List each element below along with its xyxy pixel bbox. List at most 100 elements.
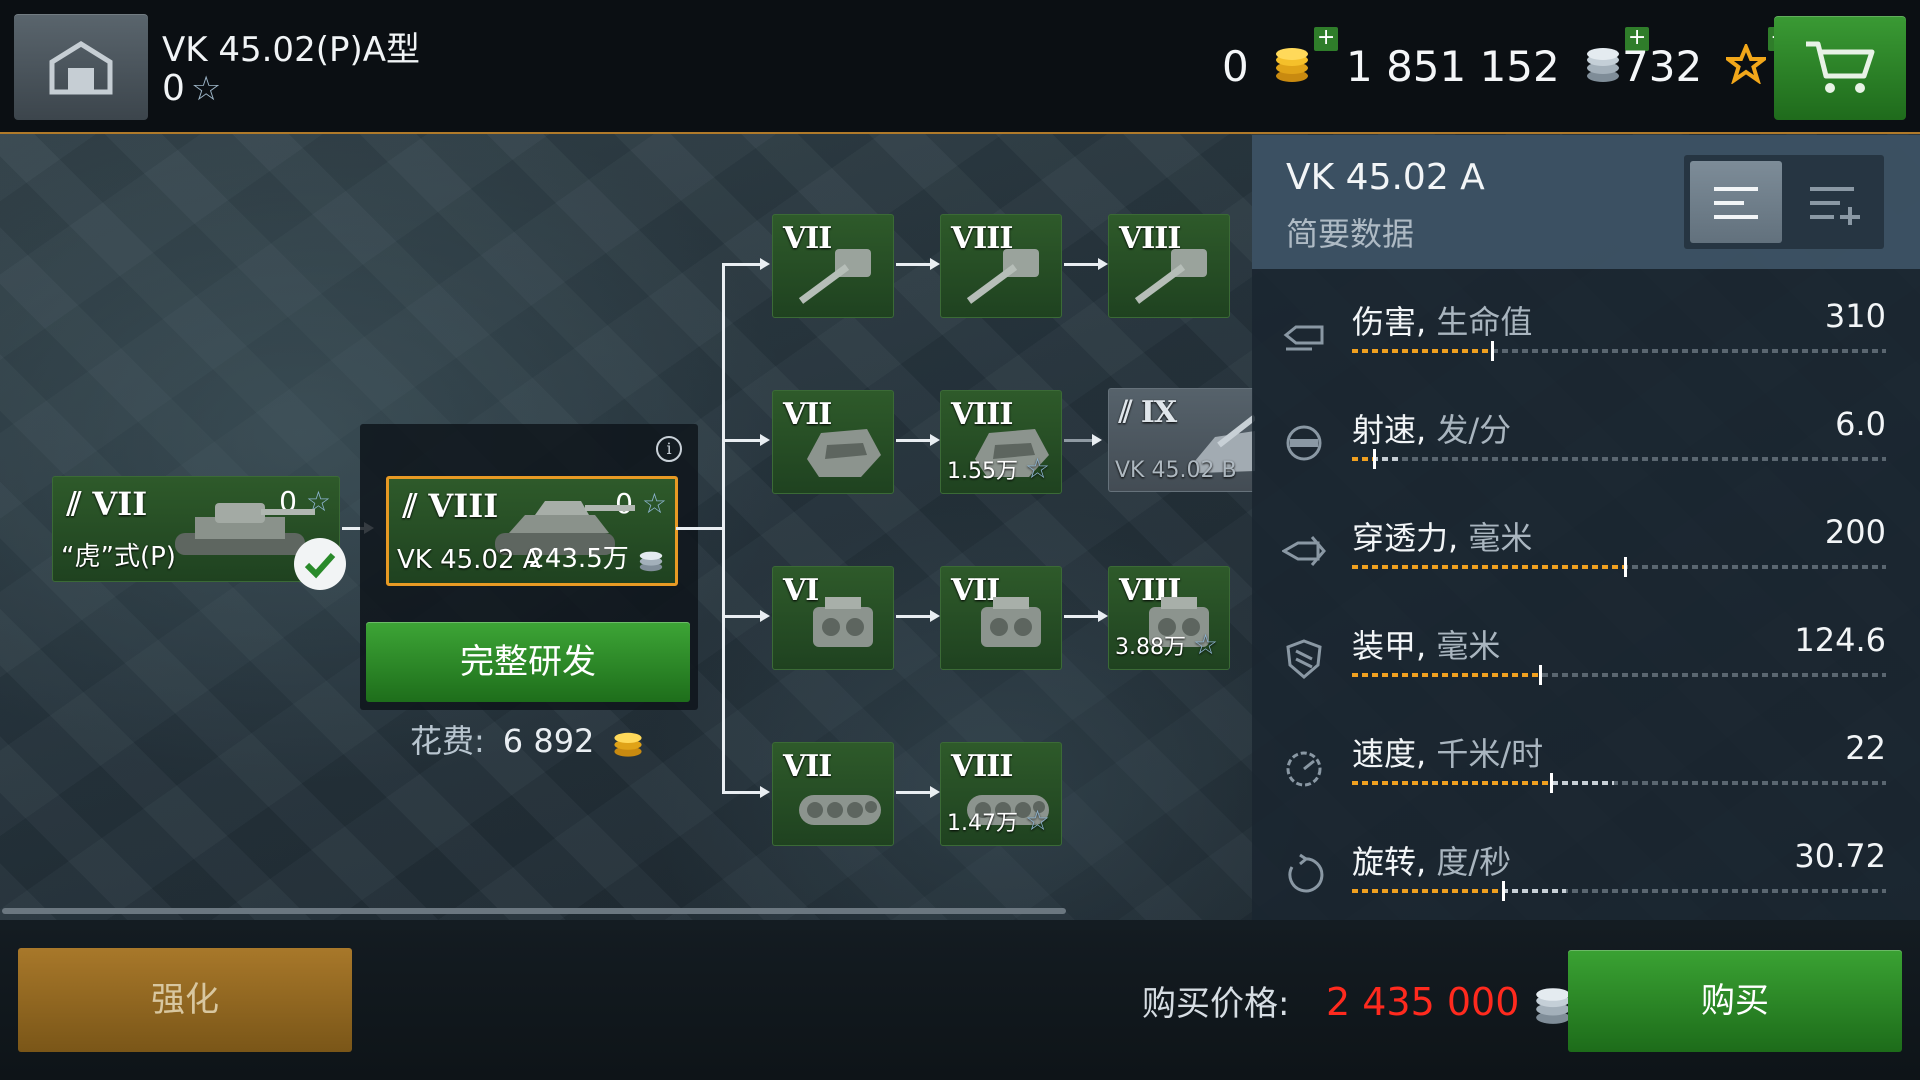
credits-value: 1 851 152: [1346, 42, 1560, 91]
tracks-icon: [799, 795, 881, 825]
gold-coins-icon: +: [1272, 26, 1339, 97]
shop-cart-button[interactable]: [1774, 16, 1906, 120]
xp-star-icon: ☆: [1193, 628, 1219, 661]
module-tracks-1[interactable]: VII: [772, 742, 894, 846]
full-research-button[interactable]: 完整研发: [366, 622, 690, 702]
current-tank-tier: ⫽ VIII: [403, 487, 499, 525]
gun-icon: [798, 249, 871, 304]
stats-header: VK 45.02 A 简要数据: [1252, 135, 1920, 269]
stat-value: 200: [1824, 513, 1886, 551]
next-tank-name: VK 45.02 B: [1115, 458, 1237, 483]
stat-row-penetration: 穿透力, 毫米 200: [1252, 501, 1920, 609]
list-plus-icon: [1810, 187, 1860, 225]
stat-bar-fill: [1352, 889, 1502, 893]
module-engine-2[interactable]: VII: [940, 566, 1062, 670]
current-tank-node[interactable]: ⫽ VIII 0 ☆ VK 45.02 A 243.5万: [386, 476, 678, 586]
arrow: [896, 258, 940, 270]
gold-value: 0: [1222, 42, 1249, 91]
tree-scrollbar[interactable]: [2, 908, 1066, 914]
module-cost: 3.88万 ☆: [1115, 628, 1219, 661]
gold-coins-icon: [613, 732, 642, 757]
vehicle-xp: 0 ☆: [162, 68, 221, 109]
garage-icon: [49, 41, 113, 95]
stat-label: 装甲, 毫米: [1352, 627, 1501, 665]
arrow: [722, 610, 770, 622]
list-icon: [1714, 187, 1758, 219]
research-cost-label: 花费:: [410, 722, 485, 760]
prev-tank-name: “虎”式(P): [61, 542, 176, 572]
stat-value: 6.0: [1835, 405, 1886, 443]
stat-row-traverse: 旋转, 度/秒 30.72: [1252, 825, 1920, 933]
stat-bar: [1352, 557, 1886, 577]
shell-icon: [1283, 325, 1324, 351]
stat-label: 旋转, 度/秒: [1352, 843, 1512, 881]
stat-bar-fill: [1352, 565, 1624, 569]
research-cost-value: 6 892: [502, 722, 595, 760]
stat-row-speed: 速度, 千米/时 22: [1252, 717, 1920, 825]
brief-view-button[interactable]: [1690, 161, 1782, 243]
stat-value: 310: [1824, 297, 1886, 335]
silver-coins-icon: [639, 551, 663, 571]
arrow: [722, 786, 770, 798]
next-tank-tier: ⫽ IX: [1119, 395, 1177, 430]
stat-label: 速度, 千米/时: [1352, 735, 1544, 773]
module-turret-1[interactable]: VII: [772, 390, 894, 494]
xp-star-icon: ☆: [190, 69, 222, 109]
current-tank-name: VK 45.02 A: [397, 545, 541, 575]
module-gun-1[interactable]: VII: [772, 214, 894, 318]
stat-label: 伤害, 生命值: [1352, 303, 1533, 341]
xp-star-icon: ☆: [1025, 452, 1051, 485]
stat-value: 124.6: [1794, 621, 1886, 659]
detailed-view-button[interactable]: [1786, 161, 1878, 243]
free-xp-balance[interactable]: 732 +: [1622, 26, 1792, 94]
stat-bar-marker: [1539, 665, 1542, 685]
purchase-price-value: 2 435 000: [1326, 980, 1574, 1026]
module-cost: 1.55万 ☆: [947, 452, 1051, 485]
stat-label: 射速, 发/分: [1352, 411, 1512, 449]
purchase-price-label: 购买价格:: [1142, 984, 1290, 1024]
module-engine-1[interactable]: VI: [772, 566, 894, 670]
gun-icon: [966, 249, 1039, 304]
xp-star-icon: ☆: [641, 487, 667, 520]
stat-value: 22: [1845, 729, 1886, 767]
module-tracks-2[interactable]: VIII 1.47万 ☆: [940, 742, 1062, 846]
module-gun-2[interactable]: VIII: [940, 214, 1062, 318]
arrow: [896, 610, 940, 622]
reload-icon: [1286, 425, 1322, 461]
xp-star-icon: ☆: [1025, 804, 1051, 837]
prev-tank-tier: ⫽ VII: [67, 485, 148, 523]
next-tank-node[interactable]: ⫽ IX VK 45.02 B: [1108, 388, 1255, 492]
stat-row-rate-of-fire: 射速, 发/分 6.0: [1252, 393, 1920, 501]
stat-bar-marker: [1550, 773, 1553, 793]
buy-button[interactable]: 购买: [1568, 950, 1902, 1052]
top-bar: VK 45.02(P)A型 0☆ 0 + 1 851 152 + 732 +: [0, 0, 1920, 134]
rotation-icon: [1288, 853, 1324, 893]
silver-coins-icon: +: [1583, 26, 1650, 97]
stat-bar: [1352, 665, 1886, 685]
stat-bar-marker: [1373, 449, 1376, 469]
gold-balance[interactable]: 0 +: [1222, 26, 1339, 97]
arrow: [1064, 258, 1108, 270]
module-turret-2[interactable]: VIII 1.55万 ☆: [940, 390, 1062, 494]
stats-panel: VK 45.02 A 简要数据 伤害, 生命值 310 射速, 发/分 6.0 …: [1252, 135, 1920, 920]
arrow: [722, 434, 770, 446]
credits-balance[interactable]: 1 851 152 +: [1346, 26, 1650, 97]
module-gun-3[interactable]: VIII: [1108, 214, 1230, 318]
arrow: [1064, 610, 1108, 622]
add-gold-icon[interactable]: +: [1314, 26, 1339, 51]
module-engine-3[interactable]: VIII 3.88万 ☆: [1108, 566, 1230, 670]
stat-value: 30.72: [1794, 837, 1886, 875]
stat-bar-fill: [1352, 673, 1539, 677]
current-tank-cost: 243.5万: [528, 538, 665, 575]
penetration-icon: [1282, 536, 1326, 566]
stat-bar-fill: [1352, 781, 1550, 785]
upgrade-button[interactable]: 强化: [18, 948, 352, 1052]
stat-row-armor: 装甲, 毫米 124.6: [1252, 609, 1920, 717]
arrow: [722, 258, 770, 270]
garage-button[interactable]: [14, 14, 148, 120]
connector: [676, 527, 722, 530]
info-icon[interactable]: i: [656, 436, 682, 462]
stat-label: 穿透力, 毫米: [1352, 519, 1533, 557]
armor-icon: [1286, 639, 1322, 679]
view-toggle: [1684, 155, 1884, 249]
